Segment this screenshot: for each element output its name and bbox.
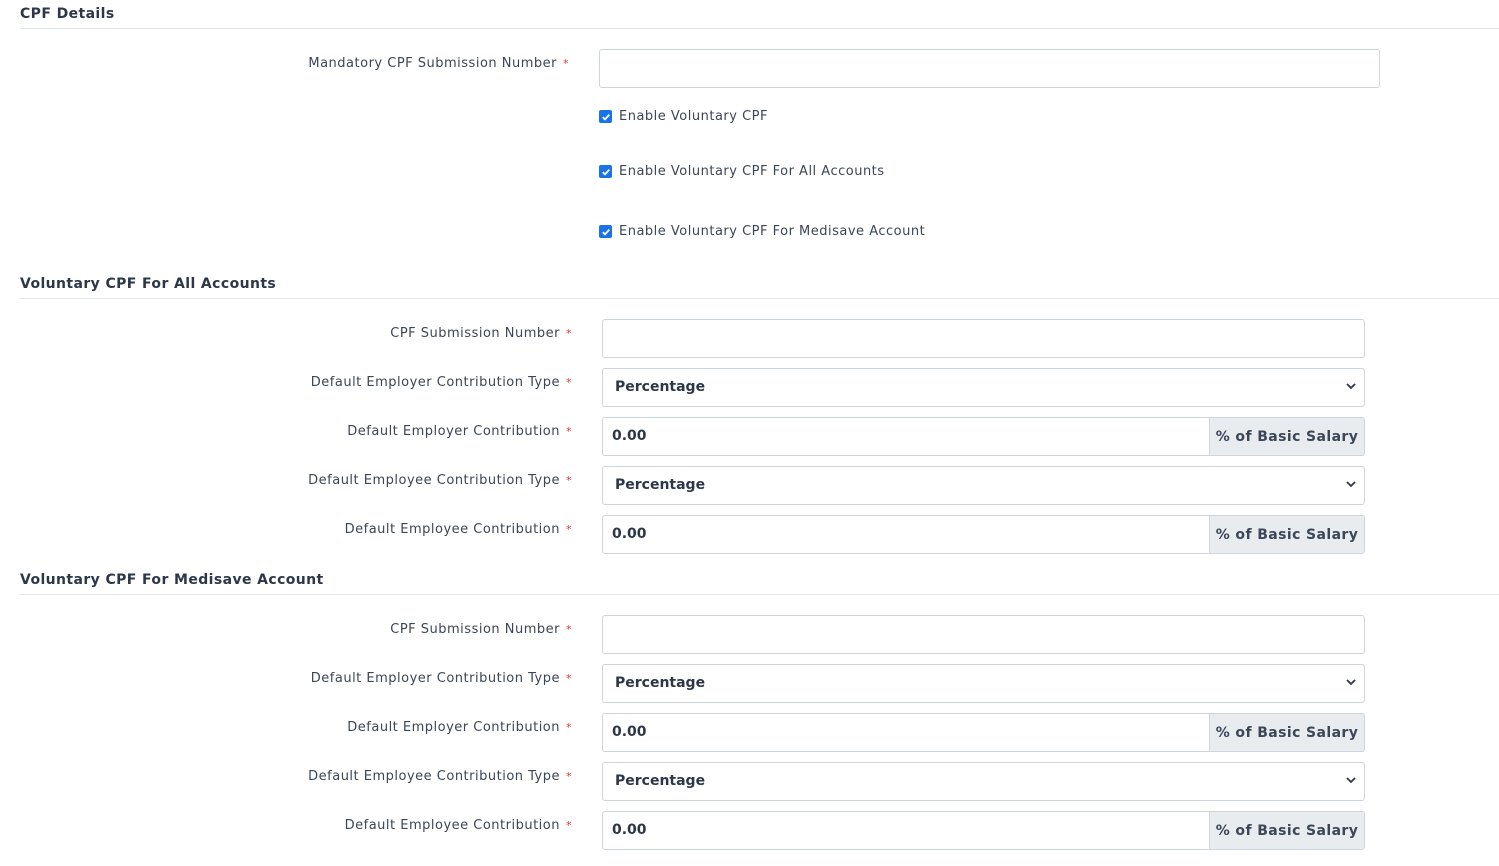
required-marker: * xyxy=(566,672,572,685)
required-marker: * xyxy=(566,376,572,389)
section-title-medisave: Voluntary CPF For Medisave Account xyxy=(20,572,324,588)
medisave-employer-contrib-input[interactable]: 0.00 % of Basic Salary xyxy=(602,713,1365,752)
section-title-cpf-details: CPF Details xyxy=(20,6,115,22)
all-accounts-employee-contrib-input[interactable]: 0.00 % of Basic Salary xyxy=(602,515,1365,554)
required-marker: * xyxy=(563,57,569,70)
medisave-employee-type-label: Default Employee Contribution Type * xyxy=(308,769,572,784)
all-accounts-employer-contrib-input[interactable]: 0.00 % of Basic Salary xyxy=(602,417,1365,456)
mandatory-cpf-submission-input[interactable] xyxy=(599,49,1380,88)
enable-voluntary-cpf-checkbox[interactable] xyxy=(599,110,612,123)
section-divider xyxy=(20,594,1499,595)
enable-voluntary-cpf-all-accounts-checkbox-row[interactable]: Enable Voluntary CPF For All Accounts xyxy=(599,164,885,179)
medisave-employee-contrib-input[interactable]: 0.00 % of Basic Salary xyxy=(602,811,1365,850)
basic-salary-addon: % of Basic Salary xyxy=(1209,418,1364,455)
enable-voluntary-cpf-medisave-checkbox-row[interactable]: Enable Voluntary CPF For Medisave Accoun… xyxy=(599,224,925,239)
enable-voluntary-cpf-checkbox-row[interactable]: Enable Voluntary CPF xyxy=(599,109,768,124)
basic-salary-addon: % of Basic Salary xyxy=(1209,714,1364,751)
check-icon xyxy=(601,168,610,176)
basic-salary-addon: % of Basic Salary xyxy=(1209,516,1364,553)
required-marker: * xyxy=(566,623,572,636)
enable-voluntary-cpf-all-accounts-label[interactable]: Enable Voluntary CPF For All Accounts xyxy=(619,164,885,179)
required-marker: * xyxy=(566,819,572,832)
mandatory-cpf-label: Mandatory CPF Submission Number * xyxy=(308,56,569,71)
medisave-employer-contrib-label: Default Employer Contribution * xyxy=(347,720,572,735)
chevron-down-icon xyxy=(1346,383,1356,390)
check-icon xyxy=(601,228,610,236)
all-accounts-employee-contrib-label: Default Employee Contribution * xyxy=(344,522,572,537)
all-accounts-employee-type-select[interactable]: Percentage xyxy=(602,466,1365,505)
chevron-down-icon xyxy=(1346,481,1356,488)
required-marker: * xyxy=(566,474,572,487)
section-title-all-accounts: Voluntary CPF For All Accounts xyxy=(20,276,277,292)
medisave-employer-type-label: Default Employer Contribution Type * xyxy=(310,671,572,686)
chevron-down-icon xyxy=(1346,777,1356,784)
section-divider xyxy=(20,298,1499,299)
required-marker: * xyxy=(566,770,572,783)
all-accounts-employee-type-label: Default Employee Contribution Type * xyxy=(308,473,572,488)
enable-voluntary-cpf-medisave-label[interactable]: Enable Voluntary CPF For Medisave Accoun… xyxy=(619,224,925,239)
enable-voluntary-cpf-label[interactable]: Enable Voluntary CPF xyxy=(619,109,768,124)
all-accounts-employer-type-select[interactable]: Percentage xyxy=(602,368,1365,407)
all-accounts-employer-contrib-label: Default Employer Contribution * xyxy=(347,424,572,439)
medisave-employee-contrib-label: Default Employee Contribution * xyxy=(344,818,572,833)
enable-voluntary-cpf-all-accounts-checkbox[interactable] xyxy=(599,165,612,178)
required-marker: * xyxy=(566,721,572,734)
medisave-submission-label: CPF Submission Number * xyxy=(390,622,572,637)
all-accounts-employer-type-label: Default Employer Contribution Type * xyxy=(310,375,572,390)
section-divider xyxy=(20,28,1499,29)
enable-voluntary-cpf-medisave-checkbox[interactable] xyxy=(599,225,612,238)
required-marker: * xyxy=(566,523,572,536)
all-accounts-submission-input[interactable] xyxy=(602,319,1365,358)
required-marker: * xyxy=(566,327,572,340)
medisave-employer-type-select[interactable]: Percentage xyxy=(602,664,1365,703)
all-accounts-submission-label: CPF Submission Number * xyxy=(390,326,572,341)
medisave-submission-input[interactable] xyxy=(602,615,1365,654)
basic-salary-addon: % of Basic Salary xyxy=(1209,812,1364,849)
check-icon xyxy=(601,113,610,121)
chevron-down-icon xyxy=(1346,679,1356,686)
medisave-employee-type-select[interactable]: Percentage xyxy=(602,762,1365,801)
required-marker: * xyxy=(566,425,572,438)
